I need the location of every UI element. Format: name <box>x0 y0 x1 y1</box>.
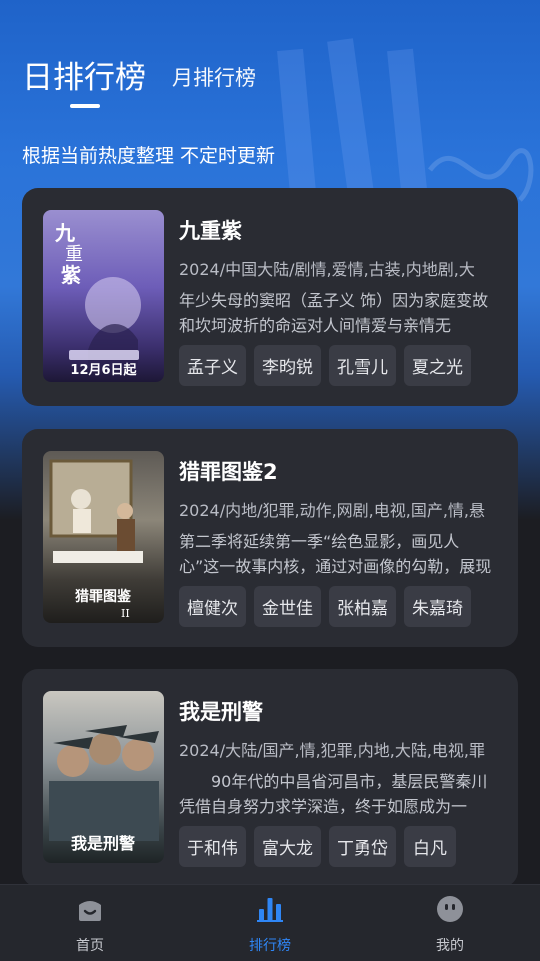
cast-tags: 孟子义 李昀锐 孔雪儿 夏之光 <box>179 345 471 386</box>
nav-ranking-label: 排行榜 <box>249 938 291 954</box>
cast-tag[interactable]: 朱嘉琦 <box>404 586 471 627</box>
svg-text:猎罪图鉴: 猎罪图鉴 <box>75 588 132 605</box>
bar-chart-icon <box>257 898 283 922</box>
tab-daily-ranking[interactable]: 日排行榜 <box>22 52 146 97</box>
show-description: 第二季将延续第一季“绘色显影，画见人心”这一故事内核，通过对画像的勾勒，展现 <box>179 532 492 576</box>
cast-tag[interactable]: 李昀锐 <box>254 345 321 386</box>
profile-face-icon <box>437 896 463 922</box>
svg-text:九: 九 <box>54 221 75 245</box>
show-title: 九重紫 <box>179 219 242 243</box>
cast-tag[interactable]: 于和伟 <box>179 826 246 867</box>
cast-tag[interactable]: 孟子义 <box>179 345 246 386</box>
show-title: 我是刑警 <box>179 700 263 724</box>
ranking-card-2[interactable]: 猎罪图鉴 II 猎罪图鉴2 2024/内地/犯罪,动作,网剧,电视,国产,情,悬… <box>22 429 518 647</box>
ranking-card-1[interactable]: 九 重 紫 12月6日起 九重紫 2024/中国大陆/剧情,爱情,古装,内地剧,… <box>22 188 518 406</box>
ranking-subtitle: 根据当前热度整理 不定时更新 <box>22 145 276 167</box>
poster-image: 猎罪图鉴 II <box>43 451 164 623</box>
svg-text:紫: 紫 <box>61 263 81 287</box>
show-meta: 2024/内地/犯罪,动作,网剧,电视,国产,情,悬 <box>179 501 486 520</box>
cast-tag[interactable]: 檀健次 <box>179 586 246 627</box>
cast-tag[interactable]: 张柏嘉 <box>329 586 396 627</box>
svg-text:II: II <box>121 607 130 620</box>
cast-tag[interactable]: 白凡 <box>404 826 456 867</box>
nav-mine[interactable]: 我的 <box>390 885 510 961</box>
home-icon <box>79 901 101 921</box>
cast-tags: 檀健次 金世佳 张柏嘉 朱嘉琦 <box>179 586 471 627</box>
show-description: 年少失母的窦昭（孟子义 饰）因为家庭变故和坎坷波折的命运对人间情爱与亲情无 <box>179 291 489 335</box>
poster-image: 九 重 紫 12月6日起 <box>43 210 164 382</box>
tab-monthly-ranking[interactable]: 月排行榜 <box>172 62 256 92</box>
nav-mine-label: 我的 <box>436 938 464 954</box>
bottom-navigation: 首页 排行榜 我的 <box>0 884 540 961</box>
svg-text:重: 重 <box>65 244 83 265</box>
show-meta: 2024/中国大陆/剧情,爱情,古装,内地剧,大 <box>179 260 475 279</box>
cast-tag[interactable]: 富大龙 <box>254 826 321 867</box>
nav-home[interactable]: 首页 <box>30 885 150 961</box>
poster-image: 我是刑警 <box>43 691 164 863</box>
active-tab-indicator <box>70 104 100 108</box>
svg-text:12月6日起: 12月6日起 <box>70 362 137 378</box>
show-meta: 2024/大陆/国产,情,犯罪,内地,大陆,电视,罪 <box>179 741 486 760</box>
cast-tag[interactable]: 孔雪儿 <box>329 345 396 386</box>
show-title: 猎罪图鉴2 <box>179 460 278 484</box>
cast-tag[interactable]: 丁勇岱 <box>329 826 396 867</box>
ranking-card-3[interactable]: 我是刑警 我是刑警 2024/大陆/国产,情,犯罪,内地,大陆,电视,罪 90年… <box>22 669 518 887</box>
cast-tag[interactable]: 夏之光 <box>404 345 471 386</box>
show-description: 90年代的中昌省河昌市，基层民警秦川凭借自身努力求学深造，终于如愿成为一 <box>179 772 488 816</box>
cast-tag[interactable]: 金世佳 <box>254 586 321 627</box>
nav-ranking[interactable]: 排行榜 <box>210 885 330 961</box>
cast-tags: 于和伟 富大龙 丁勇岱 白凡 <box>179 826 456 867</box>
svg-text:我是刑警: 我是刑警 <box>71 834 135 853</box>
nav-home-label: 首页 <box>76 938 104 954</box>
